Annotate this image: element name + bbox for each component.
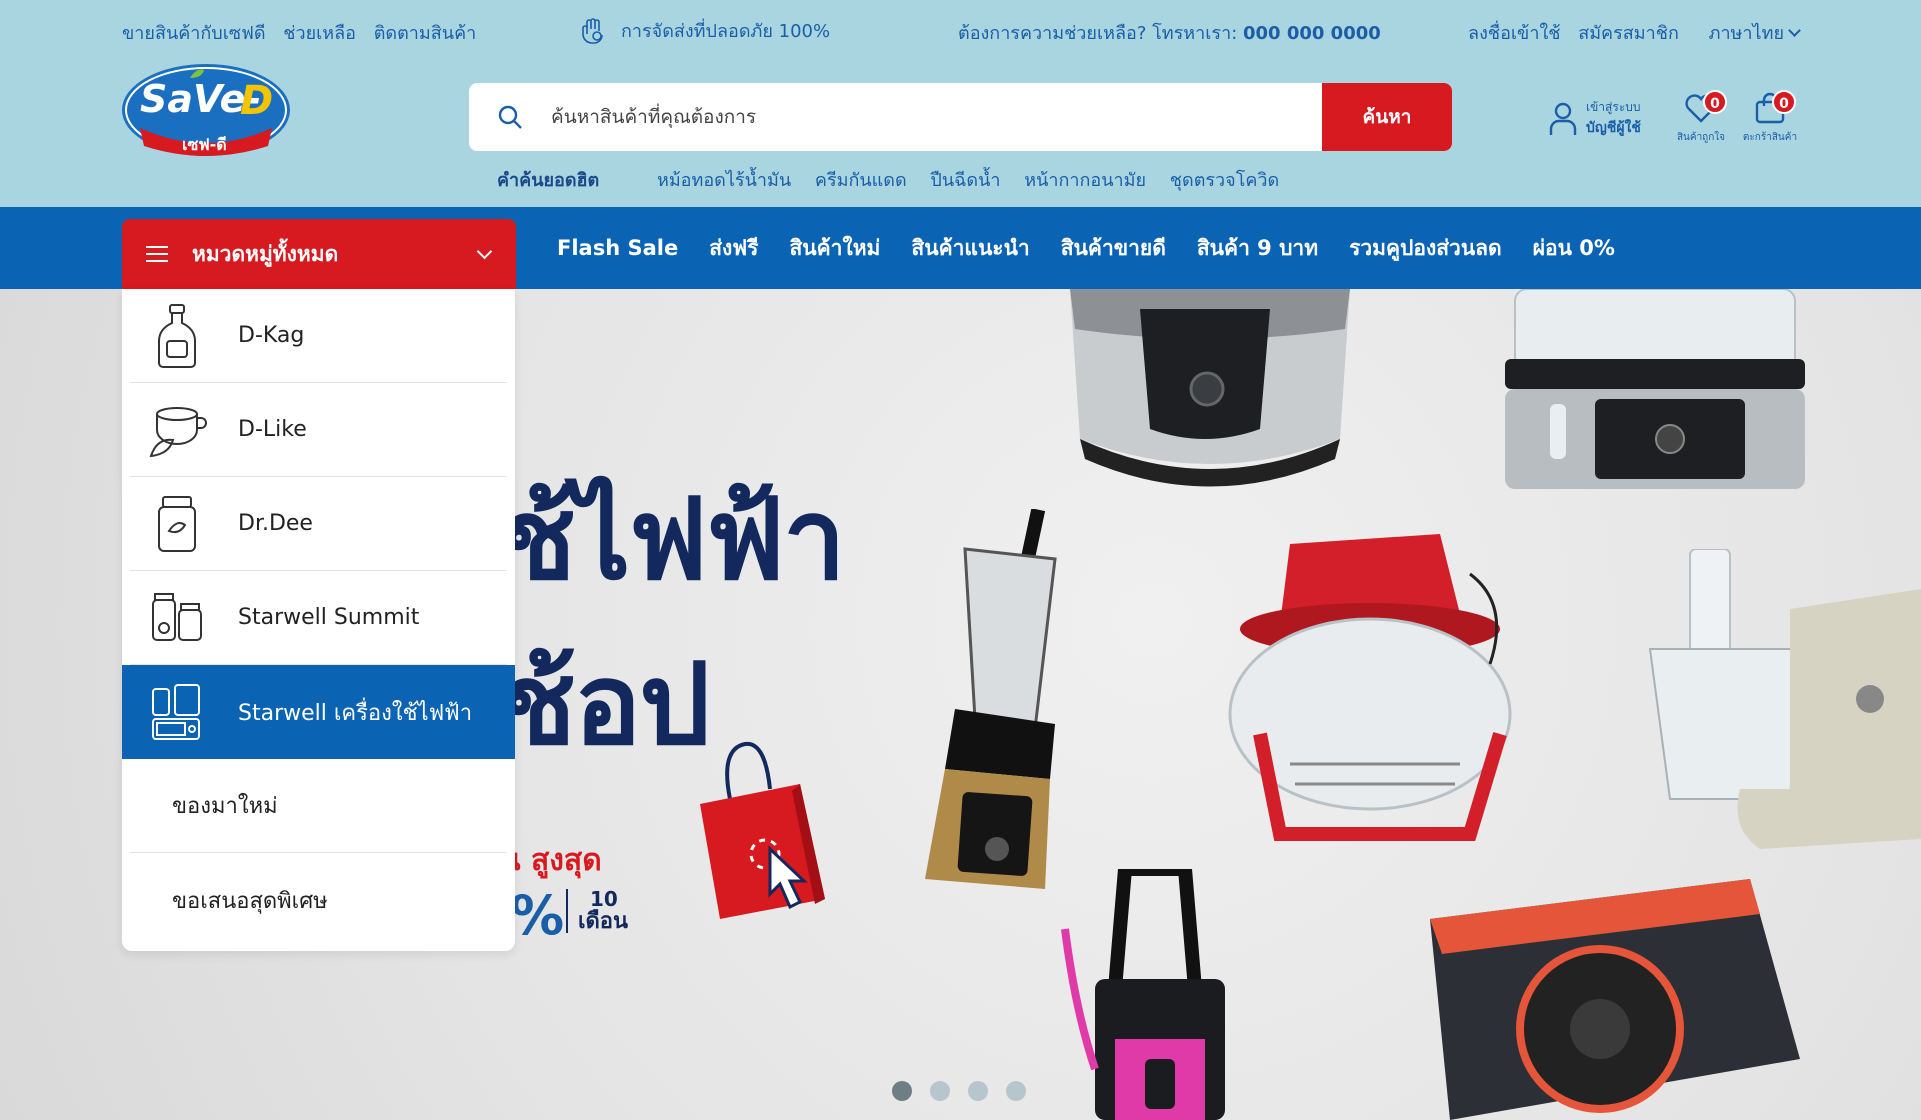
- slide-dot-4[interactable]: [1006, 1081, 1026, 1101]
- nav-installment[interactable]: ผ่อน 0%: [1533, 232, 1615, 265]
- top-bar: ขายสินค้ากับเซฟดี ช่วยเหลือ ติดตามสินค้า…: [122, 14, 1801, 47]
- hero-headline-line2: ช้อป: [500, 640, 710, 770]
- chevron-down-icon: [1788, 24, 1801, 37]
- bottle-icon: [142, 301, 212, 371]
- hot-search-item[interactable]: หน้ากากอนามัย: [1024, 170, 1146, 191]
- slide-dot-3[interactable]: [968, 1081, 988, 1101]
- category-item-special-offers[interactable]: ขอเสนอสุดพิเศษ: [130, 853, 507, 947]
- pressure-cooker-image: [1070, 289, 1350, 487]
- hot-search-item[interactable]: ปืนฉีดน้ำ: [930, 170, 1000, 191]
- category-item-new-arrivals[interactable]: ของมาใหม่: [130, 759, 507, 853]
- cart-label: ตะกร้าสินค้า: [1742, 132, 1798, 143]
- slide-dot-1[interactable]: [892, 1081, 912, 1101]
- hot-searches-label: คำค้นยอดฮิต: [497, 170, 600, 191]
- hero-months-label: เดือน: [578, 909, 629, 934]
- pressure-washer-image: [1061, 869, 1225, 1120]
- category-dropdown: D-Kag D-Like Dr.Dee Starwell Summit Star…: [122, 289, 515, 951]
- search-input[interactable]: [551, 83, 1322, 151]
- all-categories-button[interactable]: หมวดหมู่ทั้งหมด: [122, 219, 516, 289]
- hot-search-item[interactable]: หม้อทอดไร้น้ำมัน: [657, 170, 791, 191]
- account-link[interactable]: เข้าสู่ระบบ บัญชีผู้ใช้: [1548, 98, 1641, 139]
- jar-icon: [142, 489, 212, 559]
- account-line1: เข้าสู่ระบบ: [1586, 100, 1641, 114]
- hero-months-number: 10: [590, 887, 618, 911]
- category-label: ขอเสนอสุดพิเศษ: [172, 888, 328, 914]
- hero-headline-line1: ช้ไฟฟ้า: [500, 475, 846, 605]
- help-text: ต้องการความช่วยเหลือ? โทรหาเรา:: [958, 23, 1243, 44]
- cart-count-badge: 0: [1772, 90, 1796, 114]
- tea-cup-icon: [142, 395, 212, 465]
- all-categories-label: หมวดหมู่ทั้งหมด: [192, 241, 339, 266]
- account-text: เข้าสู่ระบบ บัญชีผู้ใช้: [1586, 98, 1641, 139]
- halogen-oven-image: [1228, 534, 1512, 841]
- svg-text:เซฟ-ดี: เซฟ-ดี: [182, 135, 227, 154]
- chevron-down-icon: [476, 243, 493, 259]
- svg-text:D: D: [240, 78, 273, 124]
- slider-pagination: [892, 1081, 1026, 1101]
- category-item-starwell-summit[interactable]: Starwell Summit: [130, 571, 507, 665]
- nav-9-baht[interactable]: สินค้า 9 บาท: [1197, 232, 1318, 265]
- top-right-links: ลงชื่อเข้าใช้ สมัครสมาชิก ภาษาไทย: [1456, 18, 1801, 47]
- category-item-d-kag[interactable]: D-Kag: [130, 289, 507, 383]
- nav-best-sellers[interactable]: สินค้าขายดี: [1061, 232, 1166, 265]
- hot-search-item[interactable]: ชุดตรวจโควิด: [1170, 170, 1279, 191]
- safe-delivery-notice: การจัดส่งที่ปลอดภัย 100%: [577, 14, 830, 46]
- user-icon: [1549, 102, 1577, 135]
- supplement-bottles-icon: [142, 583, 212, 653]
- nav-free-shipping[interactable]: ส่งฟรี: [709, 232, 758, 265]
- hero-percent: %: [510, 884, 565, 947]
- track-order-link[interactable]: ติดตามสินค้า: [374, 23, 476, 44]
- language-label: ภาษาไทย: [1708, 23, 1784, 44]
- appliance-icon: [142, 677, 212, 747]
- sign-in-link[interactable]: ลงชื่อเข้าใช้: [1468, 23, 1560, 44]
- blender-image: [925, 509, 1057, 889]
- wishlist-label: สินค้าถูกใจ: [1676, 132, 1726, 143]
- category-label: D-Like: [238, 417, 307, 442]
- account-line2: บัญชีผู้ใช้: [1586, 120, 1641, 136]
- phone-number[interactable]: 000 000 0000: [1243, 23, 1381, 44]
- category-label: Starwell Summit: [238, 605, 420, 630]
- category-label: D-Kag: [238, 323, 305, 348]
- hot-search-item[interactable]: ครีมกันแดด: [815, 170, 907, 191]
- save-d-logo[interactable]: SaVe- D เซฟ-ดี: [120, 62, 292, 162]
- search-icon: [469, 83, 551, 151]
- party-speaker-image: [1430, 879, 1800, 1120]
- register-link[interactable]: สมัครสมาชิก: [1578, 23, 1679, 44]
- food-processor-image: [1648, 549, 1921, 849]
- category-item-d-like[interactable]: D-Like: [130, 383, 507, 477]
- site-header: ขายสินค้ากับเซฟดี ช่วยเหลือ ติดตามสินค้า…: [0, 0, 1921, 207]
- wishlist-button[interactable]: 0 สินค้าถูกใจ: [1671, 90, 1731, 146]
- help-contact: ต้องการความช่วยเหลือ? โทรหาเรา: 000 000 …: [958, 18, 1381, 47]
- category-label: Dr.Dee: [238, 511, 313, 536]
- search-bar: ค้นหา: [469, 83, 1452, 151]
- hero-months: 10 เดือน: [566, 889, 628, 933]
- cart-button[interactable]: 0 ตะกร้าสินค้า: [1740, 90, 1800, 146]
- sell-with-us-link[interactable]: ขายสินค้ากับเซฟดี: [122, 23, 266, 44]
- hero-subheadline: น สูงสุด: [500, 843, 602, 878]
- language-select[interactable]: ภาษาไทย: [1697, 23, 1801, 44]
- nav-new-products[interactable]: สินค้าใหม่: [789, 232, 880, 265]
- nav-flash-sale[interactable]: Flash Sale: [557, 236, 678, 260]
- food-steamer-image: [1505, 289, 1805, 489]
- category-label: Starwell เครื่องใช้ไฟฟ้า: [238, 700, 473, 726]
- top-left-links: ขายสินค้ากับเซฟดี ช่วยเหลือ ติดตามสินค้า: [122, 18, 488, 47]
- safe-hand-icon: [582, 18, 603, 44]
- search-button[interactable]: ค้นหา: [1322, 83, 1452, 151]
- hamburger-menu-icon: [146, 246, 168, 262]
- shopping-bag-illustration: [700, 741, 825, 919]
- category-item-dr-dee[interactable]: Dr.Dee: [130, 477, 507, 571]
- help-link[interactable]: ช่วยเหลือ: [283, 23, 356, 44]
- wishlist-count-badge: 0: [1703, 90, 1727, 114]
- safe-delivery-text: การจัดส่งที่ปลอดภัย 100%: [621, 20, 831, 42]
- nav-recommended[interactable]: สินค้าแนะนำ: [911, 232, 1029, 265]
- category-item-starwell-appliances[interactable]: Starwell เครื่องใช้ไฟฟ้า: [122, 665, 515, 759]
- slide-dot-2[interactable]: [930, 1081, 950, 1101]
- nav-coupons[interactable]: รวมคูปองส่วนลด: [1349, 232, 1502, 265]
- category-label: ของมาใหม่: [172, 794, 278, 819]
- hot-searches: คำค้นยอดฮิต หม้อทอดไร้น้ำมัน ครีมกันแดด …: [497, 165, 1297, 194]
